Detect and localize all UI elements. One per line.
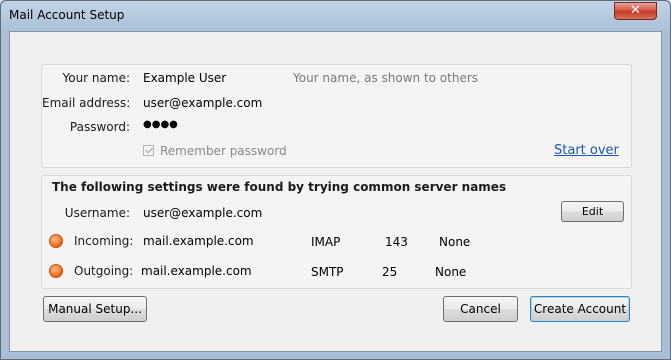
incoming-protocol: IMAP xyxy=(311,235,341,249)
close-button[interactable]: ✕ xyxy=(614,2,657,20)
mail-account-setup-window: Mail Account Setup ✕ Your name: Example … xyxy=(0,0,671,360)
your-name-field[interactable]: Example User xyxy=(143,71,226,85)
incoming-label: Incoming: xyxy=(74,234,134,248)
cancel-button[interactable]: Cancel xyxy=(443,296,518,322)
manual-setup-label: Manual Setup... xyxy=(48,302,142,316)
account-info-panel: Your name: Example User Your name, as sh… xyxy=(41,64,632,168)
remember-password-checkbox[interactable] xyxy=(143,145,154,156)
start-over-link[interactable]: Start over xyxy=(554,143,619,158)
incoming-host: mail.example.com xyxy=(143,234,254,248)
your-name-label: Your name: xyxy=(62,71,130,85)
outgoing-security: None xyxy=(435,265,467,279)
edit-button-label: Edit xyxy=(581,205,604,218)
incoming-status-icon xyxy=(49,234,63,248)
title-bar[interactable]: Mail Account Setup ✕ xyxy=(1,1,670,31)
username-label: Username: xyxy=(64,206,130,220)
cancel-label: Cancel xyxy=(460,302,501,316)
your-name-hint: Your name, as shown to others xyxy=(293,71,479,85)
outgoing-label: Outgoing: xyxy=(74,264,134,278)
edit-button[interactable]: Edit xyxy=(561,201,624,222)
outgoing-status-icon xyxy=(49,264,63,278)
create-account-label: Create Account xyxy=(533,302,627,316)
outgoing-protocol: SMTP xyxy=(311,265,344,279)
outgoing-port: 25 xyxy=(382,265,398,279)
email-address-field[interactable]: user@example.com xyxy=(143,96,262,110)
dialog-body: Your name: Example User Your name, as sh… xyxy=(9,31,662,352)
close-icon: ✕ xyxy=(630,3,641,18)
create-account-button[interactable]: Create Account xyxy=(530,296,630,322)
email-address-label: Email address: xyxy=(42,96,131,110)
remember-password-label: Remember password xyxy=(160,144,287,158)
window-title: Mail Account Setup xyxy=(9,8,125,22)
settings-heading: The following settings were found by try… xyxy=(52,180,507,194)
password-label: Password: xyxy=(69,120,130,134)
username-value: user@example.com xyxy=(143,206,263,220)
outgoing-host: mail.example.com xyxy=(141,264,252,278)
incoming-security: None xyxy=(439,235,471,249)
found-settings-panel: The following settings were found by try… xyxy=(41,175,632,289)
password-field[interactable]: ●●●● xyxy=(143,119,178,130)
manual-setup-button[interactable]: Manual Setup... xyxy=(43,296,147,322)
incoming-port: 143 xyxy=(385,235,408,249)
